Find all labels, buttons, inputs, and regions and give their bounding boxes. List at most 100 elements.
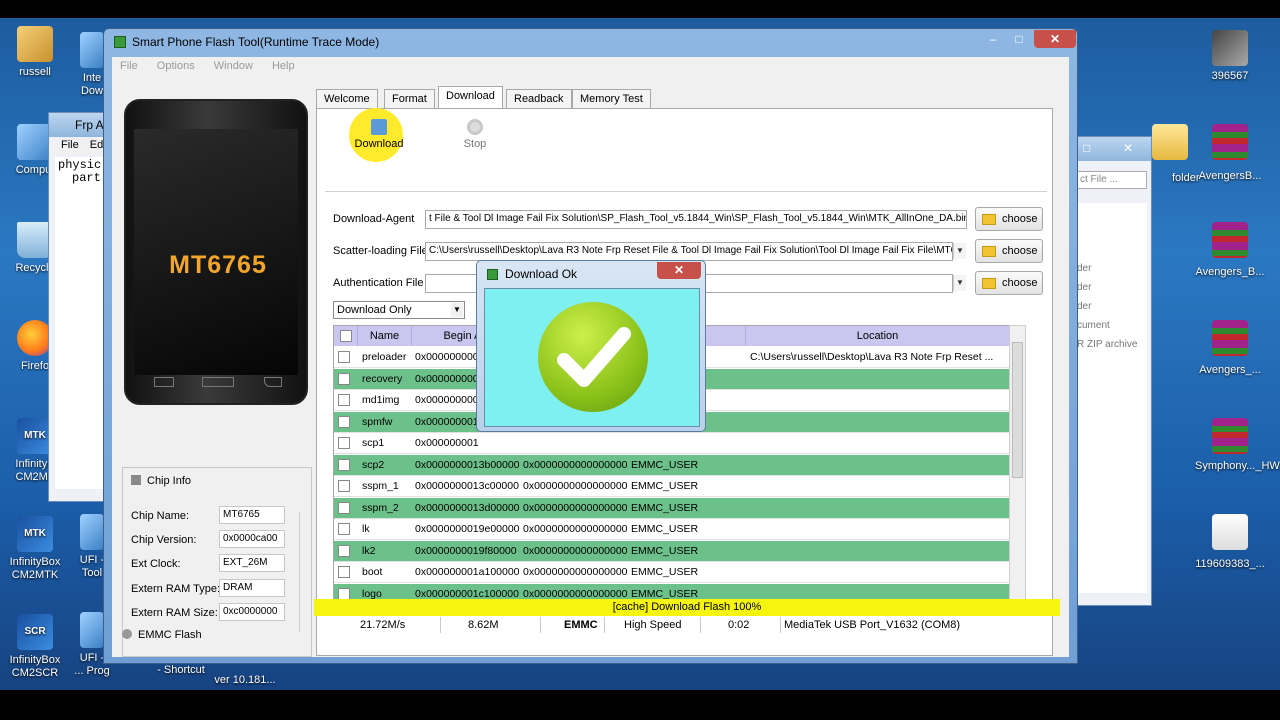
column-name-header[interactable]: Name [358, 326, 412, 346]
auth-dropdown-icon[interactable]: ▼ [953, 275, 966, 291]
desktop-icon-label: Avengers_... [1199, 364, 1261, 376]
phone-chip-label: MT6765 [169, 251, 267, 279]
stop-button[interactable]: Stop [445, 117, 505, 150]
row-checkbox[interactable] [338, 372, 350, 385]
phone-menu-icon [154, 377, 174, 387]
table-row[interactable]: logo 0x000000001c100000 0x0000000000000000… [334, 583, 1010, 599]
emmc-flash-item[interactable]: EMMC Flash [122, 629, 202, 641]
explorer-item: der [1077, 282, 1092, 293]
download-agent-choose-button[interactable]: choose [975, 207, 1043, 231]
scatter-file-field[interactable]: C:\Users\russell\Desktop\Lava R3 Note Fr… [425, 242, 953, 261]
desktop-icon-ver-label: ver 10.181... [210, 674, 280, 687]
partition-location: C:\Users\russell\Desktop\Lava R3 Note Fr… [750, 351, 994, 363]
row-checkbox[interactable] [338, 480, 350, 492]
download-ok-dialog[interactable]: Download Ok ✕ [476, 260, 706, 432]
table-row[interactable]: scp2 0x0000000013b00000 0x0000000000000000… [334, 454, 1010, 476]
menu-file[interactable]: File [112, 57, 146, 75]
maximize-button[interactable]: □ [1006, 30, 1032, 48]
table-row[interactable]: scp1 0x000000001 [334, 433, 1010, 454]
select-all-header[interactable] [334, 326, 358, 346]
chip-info-scrollbar[interactable] [299, 512, 309, 632]
desktop-icon-avengers-1[interactable]: AvengersB... [1195, 124, 1265, 183]
desktop-icon-avengers-2[interactable]: Avengers_B... [1195, 222, 1265, 279]
partition-name: md1img [362, 394, 400, 406]
folder-icon [982, 246, 996, 257]
table-row[interactable]: sspm_2 0x0000000013d00000 0x00000000000000… [334, 497, 1010, 519]
menu-file[interactable]: File [61, 139, 79, 151]
download-icon [371, 119, 387, 135]
desktop-icon-infinitybox-2[interactable]: MTK InfinityBox CM2MTK [0, 516, 70, 582]
table-scrollbar[interactable] [1009, 325, 1026, 600]
row-checkbox[interactable] [338, 437, 350, 449]
tab-memory-test[interactable]: Memory Test [572, 89, 651, 108]
row-checkbox[interactable] [338, 458, 350, 471]
table-row[interactable]: boot 0x000000001a100000 0x0000000000000000… [334, 562, 1010, 583]
column-location-header[interactable]: Location [746, 326, 1010, 346]
infinitybox-icon: MTK [17, 516, 53, 552]
dialog-close-button[interactable]: ✕ [657, 262, 701, 279]
rar-archive-icon [1212, 320, 1248, 356]
row-checkbox[interactable] [338, 587, 350, 599]
desktop-icon-avengers-3[interactable]: Avengers_... [1195, 320, 1265, 377]
desktop-icon-label: 119609383_... [1195, 558, 1265, 570]
scatter-dropdown-icon[interactable]: ▼ [953, 243, 966, 259]
close-icon[interactable]: ✕ [1123, 141, 1133, 155]
phone-home-icon [202, 377, 234, 387]
menu-edit[interactable]: Ed [90, 139, 103, 151]
tab-download[interactable]: Download [438, 86, 503, 108]
window-titlebar[interactable]: Smart Phone Flash Tool(Runtime Trace Mod… [104, 29, 1077, 55]
table-row[interactable]: lk 0x0000000019e00000 0x0000000000000000 EM… [334, 519, 1010, 540]
desktop-icon-symphony[interactable]: Symphony..._HW1_V6_S... [1195, 418, 1280, 473]
tab-readback[interactable]: Readback [506, 89, 572, 108]
image-file-icon [1212, 30, 1248, 66]
desktop-icon-russell[interactable]: russell [0, 26, 70, 79]
scatter-choose-button[interactable]: choose [975, 239, 1043, 263]
row-checkbox[interactable] [338, 523, 350, 535]
partition-name: recovery [362, 372, 403, 385]
menu-options[interactable]: Options [149, 57, 203, 75]
explorer-search-box[interactable]: ct File ... [1077, 171, 1147, 189]
tab-format[interactable]: Format [384, 89, 435, 108]
row-checkbox[interactable] [338, 415, 350, 428]
close-button[interactable]: ✕ [1034, 30, 1076, 48]
background-window-titlebar: □ ✕ [1073, 137, 1151, 161]
tab-welcome[interactable]: Welcome [316, 89, 378, 108]
row-checkbox[interactable] [338, 394, 350, 406]
background-explorer-window[interactable]: □ ✕ ct File ... der der der cument R ZIP… [1072, 136, 1152, 606]
download-mode-select[interactable]: Download Only ▼ [333, 301, 465, 319]
row-checkbox[interactable] [338, 501, 350, 514]
table-row[interactable]: lk2 0x0000000019f80000 0x0000000000000000 E… [334, 540, 1010, 562]
phone-back-icon [264, 377, 282, 387]
scatter-file-label: Scatter-loading File [333, 245, 428, 257]
minimize-button[interactable]: – [980, 30, 1006, 48]
maximize-icon[interactable]: □ [1083, 141, 1090, 155]
desktop-icon-label: Symphony..._HW1_V6_S... [1195, 460, 1280, 472]
desktop-icon-label: russell [19, 66, 51, 78]
scrollbar-thumb[interactable] [1012, 342, 1023, 478]
choose-label: choose [1002, 213, 1038, 225]
partition-name: scp1 [362, 437, 385, 449]
dialog-app-icon [487, 269, 498, 280]
status-separator [780, 617, 781, 633]
partition-name: boot [362, 566, 383, 578]
desktop-icon-document[interactable]: 119609383_... [1195, 514, 1265, 571]
background-window-title: Frp A [75, 118, 104, 132]
menu-window[interactable]: Window [206, 57, 261, 75]
auth-choose-button[interactable]: choose [975, 271, 1043, 295]
desktop-icon-396567[interactable]: 396567 [1195, 30, 1265, 83]
row-checkbox[interactable] [338, 566, 350, 578]
download-button[interactable]: Download [349, 108, 409, 162]
table-row[interactable]: sspm_1 0x0000000013c00000 0x00000000000000… [334, 476, 1010, 497]
explorer-file-list[interactable]: der der der cument R ZIP archive [1077, 203, 1147, 593]
menu-help[interactable]: Help [264, 57, 303, 75]
row-checkbox[interactable] [338, 544, 350, 557]
progress-text: [cache] Download Flash 100% [612, 601, 762, 613]
desktop-icon-infinitybox-3[interactable]: SCR InfinityBox CM2SCR [0, 614, 70, 680]
desktop-icon-label: InfinityBox CM2SCR [9, 654, 61, 679]
select-all-checkbox[interactable] [339, 330, 352, 342]
desktop-icon-label: - Shortcut [157, 664, 205, 676]
partition-name: lk2 [362, 544, 376, 557]
row-checkbox[interactable] [338, 351, 350, 363]
download-agent-field[interactable]: t File & Tool Dl Image Fail Fix Solution… [425, 210, 967, 229]
user-folder-icon [17, 26, 53, 62]
